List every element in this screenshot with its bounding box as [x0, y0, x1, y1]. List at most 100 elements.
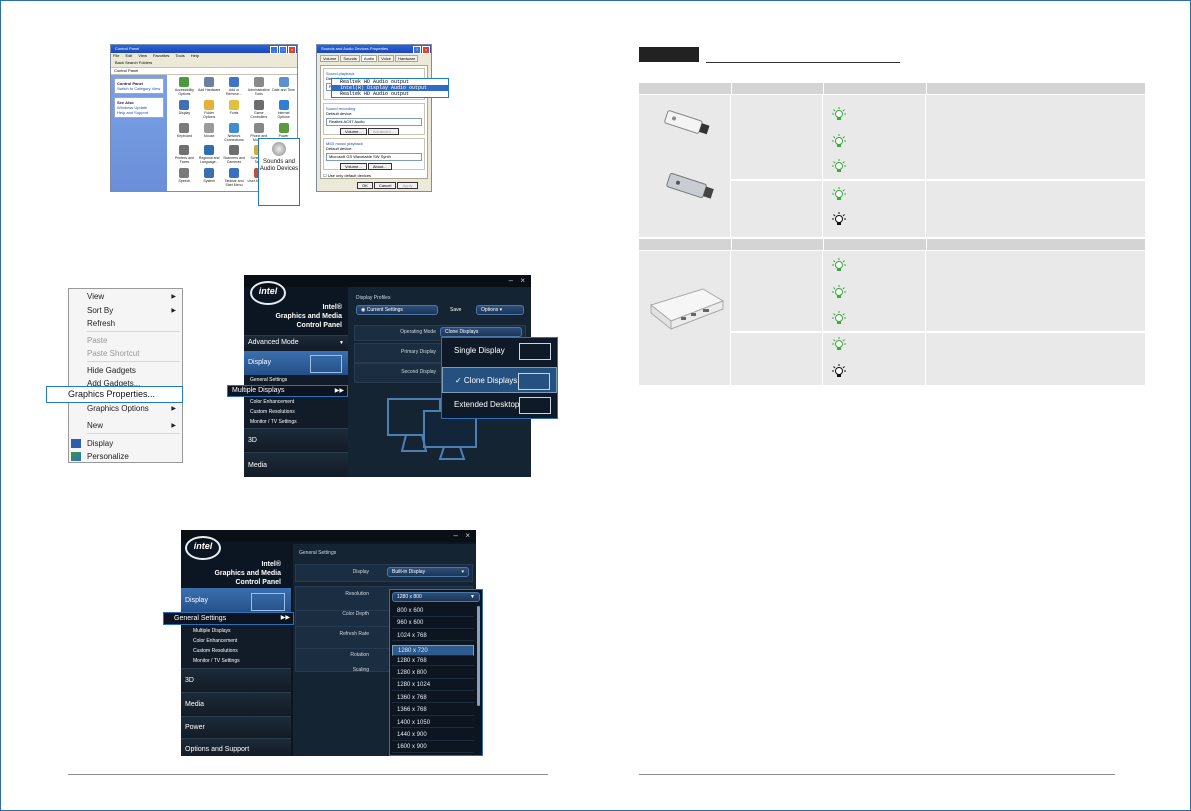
context-menu-item[interactable]: Refresh — [87, 318, 180, 330]
cp-icon-item[interactable]: Display — [173, 99, 196, 121]
default-devices-checkbox[interactable]: ☐ Use only default devices — [323, 173, 425, 178]
resolution-option[interactable]: 1280 x 800 — [392, 668, 474, 679]
menu-favorites[interactable]: Favorites — [153, 53, 169, 59]
close-icon[interactable]: × — [288, 46, 296, 54]
dropdown-item[interactable]: Realtek HD Audio output — [332, 91, 448, 97]
close-icon[interactable]: × — [465, 531, 470, 540]
cp-icon-item[interactable]: Folder Options — [198, 99, 221, 121]
sounds-audio-callout[interactable]: Sounds and Audio Devices — [258, 138, 300, 206]
midi-volume-button[interactable]: Volume... — [340, 163, 367, 170]
nav-3d[interactable]: 3D — [244, 428, 348, 452]
resolution-option[interactable]: 1440 x 900 — [392, 730, 474, 741]
close-icon[interactable]: × — [422, 46, 430, 54]
cancel-button[interactable]: Cancel — [373, 182, 397, 189]
menu-help[interactable]: Help — [191, 53, 199, 59]
nav-multiple-displays[interactable]: Multiple Displays — [193, 628, 231, 634]
nav-custom-resolutions[interactable]: Custom Resolutions — [193, 648, 238, 654]
display-dropdown[interactable]: Built-in Display ▾ — [387, 567, 469, 577]
help-support-link[interactable]: Help and Support — [117, 110, 161, 115]
apply-button[interactable]: Apply — [397, 182, 418, 189]
about-button[interactable]: About... — [367, 163, 392, 170]
operating-mode-dropdown[interactable]: Clone Displays — [440, 327, 522, 337]
single-display-option[interactable]: Single Display — [442, 338, 557, 364]
nav-options-support[interactable]: Options and Support — [181, 738, 291, 756]
recording-select[interactable]: Realtek AC97 Audio — [326, 118, 422, 126]
ok-button[interactable]: OK — [357, 182, 373, 189]
save-button[interactable]: Save — [450, 307, 461, 313]
cp-icon-item[interactable]: Internet Options — [272, 99, 295, 121]
cp-icon-item[interactable]: Date and Time — [272, 77, 295, 98]
context-menu-item[interactable]: View ▶ — [87, 291, 180, 303]
cp-icon-item[interactable]: Printers and Faxes — [173, 145, 196, 166]
resolution-option[interactable]: 1400 x 1050 — [392, 718, 474, 729]
context-menu-item[interactable]: New ▶ — [87, 420, 180, 432]
resolution-option[interactable]: 1360 x 768 — [392, 693, 474, 704]
minimize-icon[interactable]: – — [509, 276, 513, 285]
context-menu-item[interactable]: Graphics Options ▶ — [87, 403, 180, 415]
cp-icon-item[interactable]: Scanners and Cameras — [223, 145, 246, 166]
help-icon[interactable]: ? — [413, 46, 421, 54]
cp-icon-item[interactable]: Taskbar and Start Menu — [223, 168, 246, 189]
cp-icon-item[interactable]: Add or Remove... — [223, 77, 246, 98]
midi-select[interactable]: Microsoft GS Wavetable SW Synth — [326, 153, 422, 161]
multiple-displays-callout[interactable]: Multiple Displays ▶▶ — [227, 385, 348, 397]
cp-icon-item[interactable]: Administrative Tools — [247, 77, 270, 98]
nav-power[interactable]: Power — [181, 716, 291, 738]
nav-media[interactable]: Media — [181, 692, 291, 716]
nav-general-settings[interactable]: General Settings — [250, 377, 287, 383]
resolution-dropdown[interactable]: 1280 x 800 ▼ — [392, 592, 480, 602]
menu-tools[interactable]: Tools — [175, 53, 184, 59]
resolution-option[interactable]: 960 x 600 — [392, 618, 474, 629]
switch-view-link[interactable]: Switch to Category View — [117, 86, 161, 91]
cp-icon-item[interactable]: Speech — [173, 168, 196, 189]
close-icon[interactable]: × — [520, 276, 525, 285]
cp-icon-item[interactable]: Game Controllers — [247, 99, 270, 121]
cp-icon-item[interactable]: Network Connections — [223, 122, 246, 144]
context-menu-item[interactable]: Paste Shortcut — [87, 348, 180, 360]
cp-address-bar[interactable]: Control Panel — [111, 68, 297, 75]
audio-dropdown-callout[interactable]: Realtek HD Audio output Intel(R) Display… — [331, 78, 449, 98]
context-menu-item[interactable]: Hide Gadgets — [87, 365, 180, 377]
tab-audio[interactable]: Audio — [360, 55, 378, 62]
options-dropdown[interactable]: Options ▾ — [476, 305, 524, 315]
tab-hardware[interactable]: Hardware — [394, 55, 419, 62]
context-menu-item[interactable]: Sort By ▶ — [87, 305, 180, 317]
nav-3d[interactable]: 3D — [181, 668, 291, 692]
tab-sounds[interactable]: Sounds — [340, 55, 360, 62]
resolution-option[interactable]: 1024 x 768 — [392, 631, 474, 642]
resolution-option[interactable]: 1280 x 768 — [392, 656, 474, 667]
resolution-option[interactable]: 1280 x 720 — [392, 645, 474, 656]
nav-display[interactable]: Display — [244, 351, 348, 375]
clone-displays-option[interactable]: ✓ Clone Displays — [442, 367, 557, 393]
context-menu-item[interactable]: Paste — [87, 335, 180, 347]
nav-media[interactable]: Media — [244, 452, 348, 477]
advanced-mode-dropdown[interactable]: Advanced Mode ▼ — [244, 335, 348, 349]
advanced-button[interactable]: Advanced... — [367, 128, 399, 135]
cp-toolbar[interactable]: Back Search Folders — [111, 59, 297, 68]
cp-icon-item[interactable]: System — [198, 168, 221, 189]
minimize-icon[interactable]: _ — [270, 46, 278, 54]
maximize-icon[interactable]: □ — [279, 46, 287, 54]
resolution-option[interactable]: 1600 x 900 — [392, 742, 474, 753]
tab-voice[interactable]: Voice — [378, 55, 394, 62]
current-settings-dropdown[interactable]: ◉ Current Settings — [356, 305, 438, 315]
tab-volume[interactable]: Volume — [320, 55, 340, 62]
cp-icon-item[interactable]: Add Hardware — [198, 77, 221, 98]
nav-display[interactable]: Display — [181, 588, 291, 614]
nav-monitor-tv[interactable]: Monitor / TV Settings — [250, 419, 297, 425]
nav-color-enhancement[interactable]: Color Enhancement — [250, 399, 294, 405]
scrollbar-thumb[interactable] — [477, 606, 480, 706]
cp-icon-item[interactable]: Keyboard — [173, 122, 196, 144]
cp-icon-item[interactable]: Mouse — [198, 122, 221, 144]
resolution-option[interactable]: 800 x 600 — [392, 606, 474, 617]
cp-icon-item[interactable]: Fonts — [223, 99, 246, 121]
nav-custom-resolutions[interactable]: Custom Resolutions — [250, 409, 295, 415]
graphics-properties-item[interactable]: Graphics Properties... — [46, 386, 183, 403]
cp-icon-item[interactable]: Regional and Language... — [198, 145, 221, 166]
resolution-option[interactable]: 1280 x 1024 — [392, 680, 474, 691]
context-menu-item[interactable]: Personalize — [87, 451, 180, 463]
context-menu-item[interactable]: Display — [87, 438, 180, 450]
minimize-icon[interactable]: – — [454, 531, 458, 540]
nav-monitor-tv[interactable]: Monitor / TV Settings — [193, 658, 240, 664]
general-settings-callout[interactable]: General Settings ▶▶ — [163, 612, 294, 625]
